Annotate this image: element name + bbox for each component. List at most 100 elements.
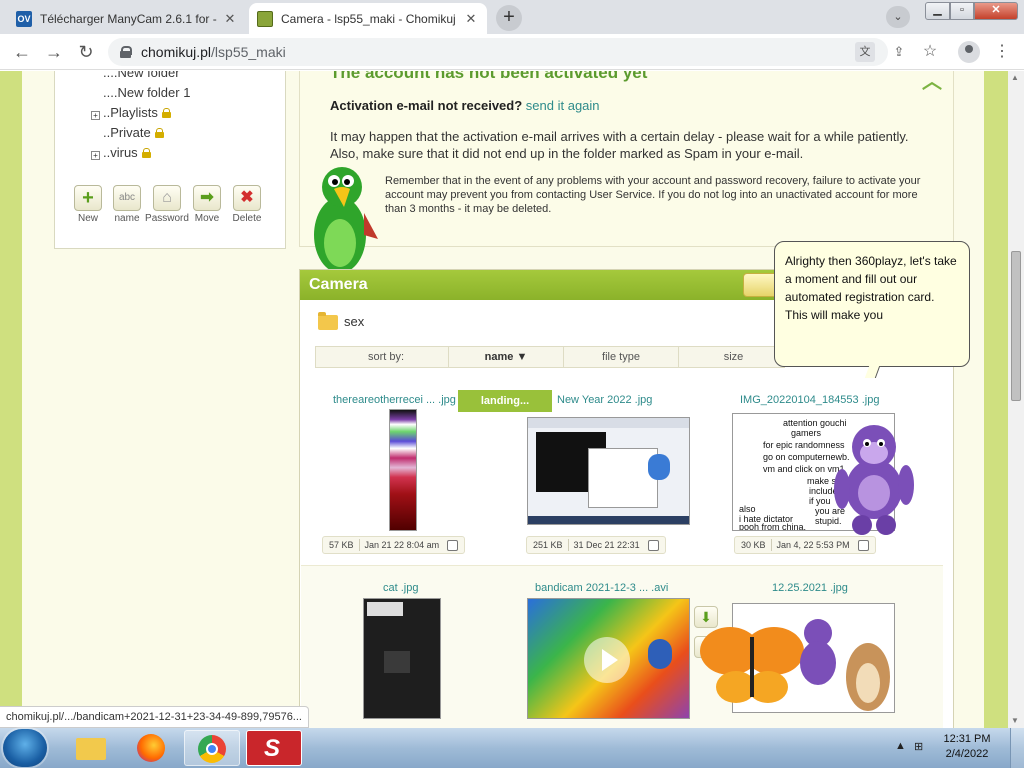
bonzi-speech-bubble[interactable]: Alrighty then 360playz, let's take a mom… — [774, 241, 970, 367]
file-name-link[interactable]: 12.25.2021 .jpg — [772, 582, 848, 594]
subfolder-sex[interactable]: sex — [318, 312, 365, 331]
tab-camera[interactable]: Camera - lsp55_maki - Chomikuj ✕ — [249, 3, 487, 34]
file-name-link[interactable]: cat .jpg — [383, 582, 418, 594]
parrot-mascot-image — [314, 167, 378, 277]
tree-item-playlists[interactable]: ..Playlists — [103, 105, 171, 120]
lock-icon — [141, 148, 151, 158]
new-tab-button[interactable]: + — [496, 5, 522, 31]
menu-kebab-icon[interactable]: ⋮ — [992, 42, 1012, 62]
tree-item-new-folder[interactable]: ....New folder — [103, 71, 180, 80]
expand-icon[interactable]: + — [91, 151, 100, 160]
tree-item-label: Playlists — [110, 105, 158, 120]
network-icon[interactable]: ⊞ — [914, 740, 923, 753]
collapse-chevron-icon[interactable]: ︿ — [922, 71, 942, 94]
divider — [448, 347, 449, 367]
clock-date: 2/4/2022 — [945, 748, 989, 760]
send-again-link[interactable]: send it again — [526, 98, 600, 113]
profile-avatar[interactable] — [958, 41, 980, 63]
status-bar-url: chomikuj.pl/.../bandicam+2021-12-31+23-3… — [0, 706, 309, 728]
file-thumbnail[interactable] — [363, 598, 441, 719]
file-date: 31 Dec 21 22:31 — [573, 540, 640, 550]
subfolder-label: sex — [344, 314, 365, 329]
notice-paragraph: It may happen that the activation e-mail… — [330, 129, 909, 161]
chomikuj-favicon-icon — [257, 10, 273, 27]
divider — [563, 347, 564, 367]
explorer-taskbar-icon[interactable] — [62, 730, 118, 766]
select-checkbox[interactable] — [647, 539, 659, 551]
file-name-link[interactable]: IMG_20220104_184553 .jpg — [740, 394, 879, 406]
close-window-button[interactable]: ✕ — [974, 2, 1018, 20]
address-bar[interactable]: chomikuj.pl/lsp55_maki — [108, 38, 888, 66]
purple-gorilla-image — [834, 425, 914, 535]
clock[interactable]: 12:31 PM 2/4/2022 — [942, 732, 992, 762]
translate-icon[interactable]: 文 — [855, 42, 875, 62]
tree-item-private[interactable]: ..Private — [103, 125, 164, 140]
file-name-link[interactable]: thereareotherrecei ... .jpg — [333, 394, 456, 406]
minimize-button[interactable]: ▁ — [925, 2, 950, 20]
file-meta: 30 KB Jan 4, 22 5:53 PM — [734, 536, 876, 554]
page-scrollbar[interactable]: ▲ ▼ — [1008, 71, 1024, 728]
file-thumbnail[interactable] — [527, 417, 690, 525]
file-thumbnail[interactable] — [389, 409, 417, 531]
back-icon[interactable]: ← — [10, 40, 34, 64]
sort-by-name[interactable]: name ▼ — [451, 351, 561, 363]
chrome-taskbar-icon[interactable] — [184, 730, 240, 766]
select-checkbox[interactable] — [447, 539, 459, 551]
clock-time: 12:31 PM — [943, 733, 991, 745]
screenshot-window — [588, 448, 658, 508]
browser-window: OV Télécharger ManyCam 2.6.1 for - ✕ Cam… — [0, 0, 1024, 728]
forward-icon[interactable]: → — [42, 40, 66, 64]
move-button[interactable]: ➡ — [193, 185, 221, 211]
rename-button[interactable]: abc — [113, 185, 141, 211]
tab-title: Camera - lsp55_maki - Chomikuj — [281, 11, 456, 26]
sort-by-type[interactable]: file type — [566, 351, 676, 363]
start-button[interactable] — [3, 729, 47, 767]
bird-icon — [648, 454, 670, 480]
tree-item-new-folder-1[interactable]: ....New folder 1 — [103, 85, 190, 100]
reload-icon[interactable]: ↻ — [74, 40, 98, 64]
file-size: 57 KB — [329, 540, 354, 550]
file-meta: 57 KB Jan 21 22 8:04 am — [322, 536, 466, 554]
bird-icon — [648, 639, 672, 669]
screenshot-taskbar — [528, 516, 689, 524]
meme-text: gamers — [791, 428, 822, 438]
sort-by-size[interactable]: size — [681, 351, 786, 363]
scroll-thumb[interactable] — [1011, 251, 1021, 401]
file-name-link[interactable]: New Year 2022 .jpg — [557, 394, 652, 406]
show-desktop-button[interactable] — [1010, 728, 1024, 768]
delete-label: Delete — [232, 213, 262, 224]
play-icon — [602, 649, 618, 671]
tab-manycam[interactable]: OV Télécharger ManyCam 2.6.1 for - ✕ — [8, 3, 246, 34]
tray-expand-icon[interactable]: ▲ — [895, 740, 906, 752]
delete-button[interactable]: ✖ — [233, 185, 261, 211]
video-thumbnail[interactable] — [527, 598, 690, 719]
file-date: Jan 21 22 8:04 am — [364, 540, 440, 550]
firefox-taskbar-icon[interactable] — [124, 730, 180, 766]
close-tab-icon[interactable]: ✕ — [222, 11, 238, 27]
maximize-button[interactable]: ▫ — [950, 2, 974, 20]
share-icon[interactable]: ⇪ — [889, 42, 909, 62]
screenshot-text-box — [367, 602, 403, 616]
bookmark-star-icon[interactable]: ☆ — [920, 42, 940, 62]
ov-favicon-icon: OV — [16, 10, 32, 27]
close-tab-icon[interactable]: ✕ — [463, 11, 479, 27]
notice-question: Activation e-mail not received? send it … — [330, 98, 600, 113]
s-app-taskbar-icon[interactable]: S — [246, 730, 302, 766]
tab-search-button[interactable]: ⌄ — [886, 6, 910, 28]
lock-icon — [154, 128, 164, 138]
tree-item-label: New folder — [117, 71, 180, 80]
lock-icon[interactable] — [120, 46, 132, 58]
select-checkbox[interactable] — [857, 539, 869, 551]
scroll-down-icon[interactable]: ▼ — [1011, 716, 1019, 725]
tree-item-virus[interactable]: ..virus — [103, 145, 151, 160]
tab-strip: OV Télécharger ManyCam 2.6.1 for - ✕ Cam… — [0, 0, 1024, 34]
file-name-link[interactable]: bandicam 2021-12-3 ... .avi — [535, 582, 668, 594]
lock-icon — [161, 108, 171, 118]
question-text: Activation e-mail not received? — [330, 98, 523, 113]
expand-icon[interactable]: + — [91, 111, 100, 120]
new-folder-button[interactable]: + — [74, 185, 102, 211]
divider — [678, 347, 679, 367]
scroll-up-icon[interactable]: ▲ — [1011, 73, 1019, 82]
password-button[interactable]: ⌂ — [153, 185, 181, 211]
butterfly-gorilla-hamster-image — [700, 619, 890, 711]
